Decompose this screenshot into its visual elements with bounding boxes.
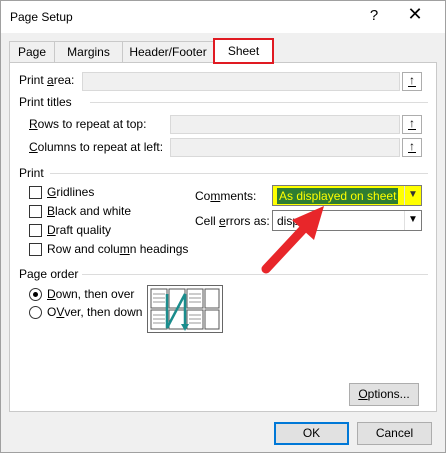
black-and-white-label: Black and white bbox=[47, 204, 132, 218]
tab-sheet[interactable]: Sheet bbox=[213, 38, 274, 64]
checkbox-box[interactable] bbox=[29, 186, 42, 199]
print-area-collapse-button[interactable]: ↑ bbox=[402, 72, 422, 91]
cell-errors-label: Cell errors as: bbox=[195, 214, 270, 228]
checkbox-box[interactable] bbox=[29, 205, 42, 218]
cell-errors-value: displ bbox=[277, 214, 302, 228]
title-bar: Page Setup ? ✕ bbox=[1, 1, 445, 33]
up-arrow-icon: ↑ bbox=[409, 116, 415, 130]
cell-errors-select[interactable]: displ ▼ bbox=[272, 210, 422, 231]
page-order-preview-icon bbox=[147, 285, 223, 333]
checkbox-box[interactable] bbox=[29, 243, 42, 256]
tab-header-footer[interactable]: Header/Footer bbox=[122, 41, 214, 63]
chevron-down-icon[interactable]: ▼ bbox=[404, 211, 421, 230]
over-then-down-label: OVver, then down bbox=[47, 305, 143, 319]
columns-collapse-button[interactable]: ↑ bbox=[402, 138, 422, 157]
comments-value: As displayed on sheet bbox=[277, 188, 399, 204]
draft-quality-label: Draft quality bbox=[47, 223, 112, 237]
print-area-input[interactable] bbox=[82, 72, 400, 91]
page-order-heading: Page order bbox=[19, 267, 79, 281]
help-icon[interactable]: ? bbox=[364, 7, 384, 24]
divider bbox=[82, 274, 428, 275]
rows-to-repeat-input[interactable] bbox=[170, 115, 400, 134]
radio-button[interactable] bbox=[29, 306, 42, 319]
comments-select[interactable]: As displayed on sheet ▼ bbox=[272, 185, 422, 206]
columns-to-repeat-input[interactable] bbox=[170, 138, 400, 157]
comments-label: Comments: bbox=[195, 189, 257, 203]
gridlines-label: Gridlines bbox=[47, 185, 95, 199]
chevron-down-icon[interactable]: ▼ bbox=[404, 186, 421, 205]
options-button[interactable]: Options... bbox=[349, 383, 419, 406]
divider bbox=[90, 102, 428, 103]
divider bbox=[50, 173, 428, 174]
close-icon[interactable]: ✕ bbox=[403, 4, 427, 25]
rows-collapse-button[interactable]: ↑ bbox=[402, 115, 422, 134]
checkbox-box[interactable] bbox=[29, 224, 42, 237]
ok-button[interactable]: OK bbox=[274, 422, 349, 445]
down-then-over-label: Down, then over bbox=[47, 287, 135, 301]
radio-button[interactable] bbox=[29, 288, 42, 301]
print-area-label: Print area: bbox=[19, 73, 75, 87]
window-title: Page Setup bbox=[10, 10, 73, 24]
columns-to-repeat-label: Columns to repeat at left: bbox=[29, 140, 164, 154]
row-column-headings-label: Row and column headings bbox=[47, 242, 189, 256]
up-arrow-icon: ↑ bbox=[409, 73, 415, 87]
cancel-button[interactable]: Cancel bbox=[357, 422, 432, 445]
up-arrow-icon: ↑ bbox=[409, 139, 415, 153]
rows-to-repeat-label: Rows to repeat at top: bbox=[29, 117, 147, 131]
tab-page[interactable]: Page bbox=[9, 41, 55, 63]
print-titles-heading: Print titles bbox=[19, 95, 72, 109]
sheet-panel: Print area: ↑ Print titles Rows to repea… bbox=[9, 62, 437, 412]
page-setup-dialog: Page Setup ? ✕ Page Margins Header/Foote… bbox=[0, 0, 446, 453]
print-heading: Print bbox=[19, 166, 44, 180]
tab-margins[interactable]: Margins bbox=[54, 41, 123, 63]
